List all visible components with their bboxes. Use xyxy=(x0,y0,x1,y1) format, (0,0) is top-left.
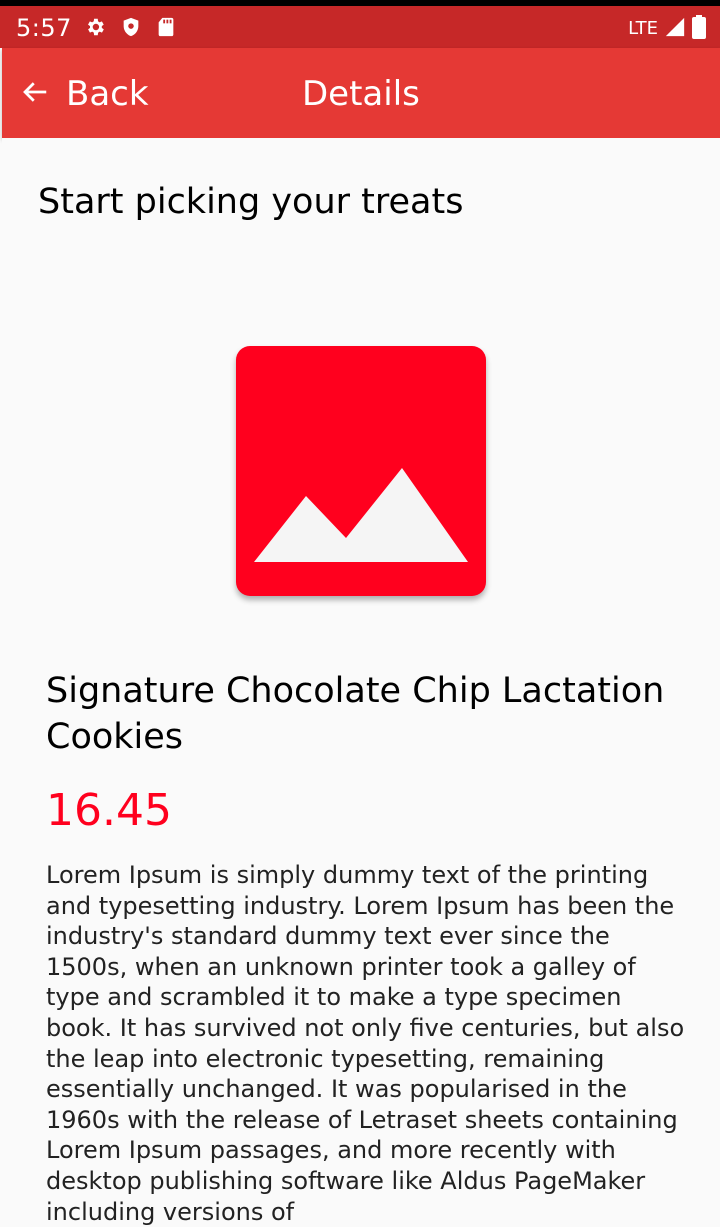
product-image xyxy=(236,346,486,596)
page-title: Details xyxy=(302,74,420,114)
section-title: Start picking your treats xyxy=(38,182,464,222)
product-description: Lorem Ipsum is simply dummy text of the … xyxy=(46,861,685,1226)
app-bar: Back Details xyxy=(2,48,720,138)
image-placeholder-icon xyxy=(236,468,486,596)
status-icons-left xyxy=(84,16,176,42)
back-button[interactable]: Back xyxy=(20,70,149,118)
status-time: 5:57 xyxy=(16,14,72,42)
status-icons-right: LTE xyxy=(628,15,706,43)
product-price: 16.45 xyxy=(46,785,172,836)
product-name: Signature Chocolate Chip Lactation Cooki… xyxy=(46,671,665,757)
status-bar: 5:57 LTE xyxy=(0,6,720,48)
sd-card-icon xyxy=(156,16,176,42)
back-label: Back xyxy=(66,74,149,114)
signal-icon xyxy=(664,16,686,42)
battery-icon xyxy=(692,15,706,43)
network-type: LTE xyxy=(628,18,658,39)
arrow-left-icon xyxy=(20,77,50,111)
details-content[interactable]: Start picking your treats Signature Choc… xyxy=(2,138,720,1226)
gear-icon xyxy=(84,16,106,42)
shield-icon xyxy=(120,16,142,42)
